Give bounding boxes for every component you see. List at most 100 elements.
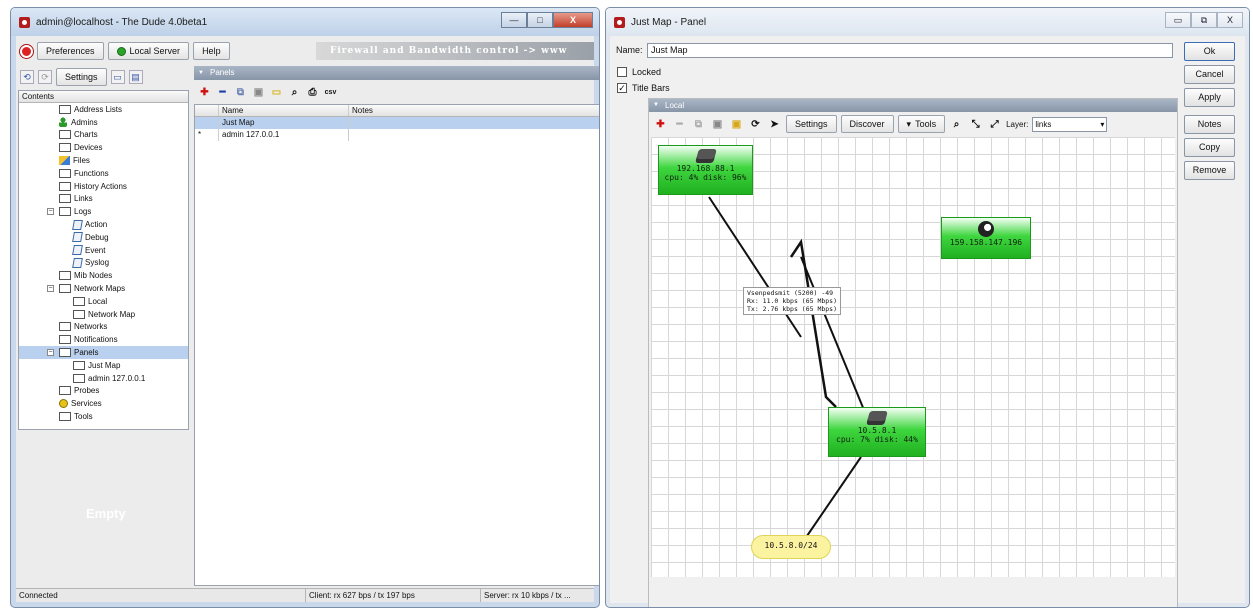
tree-header[interactable]: Contents <box>19 91 188 103</box>
device-node[interactable]: 10.5.8.1 cpu: 7% disk: 44% <box>828 407 926 457</box>
ad-banner[interactable]: Firewall and Bandwidth control -> www <box>316 42 594 60</box>
connection-status: Connected <box>16 589 306 602</box>
disconnect-icon[interactable] <box>20 44 33 58</box>
column-notes[interactable]: Notes <box>349 105 599 116</box>
column-name[interactable]: Name <box>219 105 349 116</box>
copy-icon[interactable]: ⧉ <box>691 117 706 132</box>
tree-item[interactable]: Address Lists <box>19 103 188 116</box>
map-pane-title[interactable]: Local <box>649 99 1177 112</box>
locked-checkbox[interactable] <box>617 67 627 77</box>
tree-item-label: Action <box>85 220 108 230</box>
map-canvas[interactable]: 192.168.88.1 cpu: 4% disk: 96% 159.158.1… <box>651 137 1175 577</box>
panel-titlebar[interactable]: Just Map - Panel ▭ ⧉ X <box>606 8 1249 36</box>
tree-item[interactable]: Networks <box>19 321 188 334</box>
paste-icon[interactable]: ▣ <box>251 85 266 100</box>
notes-button[interactable]: Notes <box>1184 115 1235 134</box>
tree-item[interactable]: Notifications <box>19 333 188 346</box>
link-line[interactable] <box>708 196 802 338</box>
lock-icon[interactable]: ▣ <box>729 117 744 132</box>
tree-item[interactable]: Network Map <box>19 308 188 321</box>
pointer-icon[interactable]: ➤ <box>767 117 782 132</box>
back-icon[interactable]: ⟲ <box>20 70 34 84</box>
tree-item[interactable]: History Actions <box>19 180 188 193</box>
find-icon[interactable]: ⌕ <box>287 85 302 100</box>
settings-button[interactable]: Settings <box>56 68 107 86</box>
print-icon[interactable]: ⎙ <box>305 85 320 100</box>
local-server-button[interactable]: Local Server <box>107 42 190 60</box>
cancel-button[interactable]: Cancel <box>1184 65 1235 84</box>
contents-tree[interactable]: Contents Address Lists Admins Charts Device… <box>18 90 189 430</box>
layer-select[interactable]: links <box>1032 116 1108 132</box>
tree-item[interactable]: − Panels <box>19 346 188 359</box>
tree-item[interactable]: Local <box>19 295 188 308</box>
tree-item[interactable]: Links <box>19 193 188 206</box>
link-label[interactable]: Vsenpedsmit (5200) -49 Rx: 11.0 kbps (65… <box>743 287 842 315</box>
tree-item[interactable]: Action <box>19 218 188 231</box>
paste-icon[interactable]: ▣ <box>710 117 725 132</box>
panels-pane-title[interactable]: Panels <box>194 66 599 80</box>
collapse-icon[interactable]: − <box>47 349 54 357</box>
copy-button[interactable]: Copy <box>1184 138 1235 157</box>
tree-item[interactable]: Services <box>19 397 188 410</box>
close-button[interactable]: X <box>553 12 593 28</box>
maximize-button[interactable]: □ <box>527 12 553 28</box>
tree-item[interactable]: Devices <box>19 141 188 154</box>
tree-item[interactable]: Probes <box>19 385 188 398</box>
tree-item[interactable]: Debug <box>19 231 188 244</box>
client-traffic: Client: rx 627 bps / tx 197 bps <box>306 589 481 602</box>
remove-icon[interactable]: ━ <box>215 85 230 100</box>
contents-toolbar: ⟲ ⟳ Settings ▭ ▤ <box>16 66 188 88</box>
title-bars-checkbox[interactable]: ✓ <box>617 83 627 93</box>
panel-restore-button[interactable]: ▭ <box>1165 12 1191 28</box>
add-icon[interactable]: ✚ <box>653 117 668 132</box>
tree-item[interactable]: Admins <box>19 116 188 129</box>
main-titlebar[interactable]: admin@localhost - The Dude 4.0beta1 — □ … <box>11 8 599 36</box>
ok-button[interactable]: Ok <box>1184 42 1235 61</box>
tree-item[interactable]: Files <box>19 154 188 167</box>
panels-pane: Panels ✚ ━ ⧉ ▣ ▭ ⌕ ⎙ csv Name Notes <box>194 66 599 586</box>
name-input[interactable]: Just Map <box>647 43 1173 58</box>
forward-icon[interactable]: ⟳ <box>38 70 52 84</box>
preferences-button[interactable]: Preferences <box>37 42 104 60</box>
router-icon <box>866 411 888 425</box>
tree-item[interactable]: Syslog <box>19 257 188 270</box>
tree-item-label: Network Maps <box>74 284 126 294</box>
minimize-button[interactable]: — <box>501 12 527 28</box>
table-row[interactable]: Just Map <box>195 117 599 129</box>
tree-item[interactable]: Functions <box>19 167 188 180</box>
device-node[interactable]: 159.158.147.196 <box>941 217 1031 259</box>
fit-icon[interactable]: ⤢ <box>987 117 1002 132</box>
panel-close-button[interactable]: X <box>1217 12 1243 28</box>
csv-export-icon[interactable]: csv <box>323 85 338 100</box>
apply-button[interactable]: Apply <box>1184 88 1235 107</box>
tree-item[interactable]: admin 127.0.0.1 <box>19 372 188 385</box>
window-new-icon[interactable]: ▭ <box>110 70 125 84</box>
refresh-icon[interactable]: ⟳ <box>748 117 763 132</box>
zoom-in-icon[interactable]: ⤡ <box>968 117 983 132</box>
link-line[interactable] <box>800 256 872 428</box>
collapse-icon[interactable]: − <box>47 285 54 293</box>
tree-item[interactable]: Charts <box>19 129 188 142</box>
remove-icon[interactable]: ━ <box>672 117 687 132</box>
map-settings-button[interactable]: Settings <box>786 115 837 133</box>
network-cloud[interactable]: 10.5.8.0/24 <box>751 535 831 559</box>
panel-maximize-button[interactable]: ⧉ <box>1191 12 1217 28</box>
collapse-icon[interactable]: − <box>47 208 54 216</box>
tree-item[interactable]: Mib Nodes <box>19 269 188 282</box>
tools-button[interactable]: ▾ Tools <box>897 115 946 133</box>
window-dock-icon[interactable]: ▤ <box>128 70 143 84</box>
copy-icon[interactable]: ⧉ <box>233 85 248 100</box>
comment-icon[interactable]: ▭ <box>269 85 284 100</box>
tree-item[interactable]: Just Map <box>19 359 188 372</box>
add-icon[interactable]: ✚ <box>197 85 212 100</box>
table-row[interactable]: * admin 127.0.0.1 <box>195 129 599 141</box>
find-icon[interactable]: ⌕ <box>949 117 964 132</box>
tree-item[interactable]: − Logs <box>19 205 188 218</box>
discover-button[interactable]: Discover <box>840 115 894 133</box>
tree-item[interactable]: − Network Maps <box>19 282 188 295</box>
help-button[interactable]: Help <box>193 42 230 60</box>
remove-button[interactable]: Remove <box>1184 161 1235 180</box>
tree-item[interactable]: Tools <box>19 410 188 423</box>
tree-item[interactable]: Event <box>19 244 188 257</box>
device-node[interactable]: 192.168.88.1 cpu: 4% disk: 96% <box>658 145 753 195</box>
